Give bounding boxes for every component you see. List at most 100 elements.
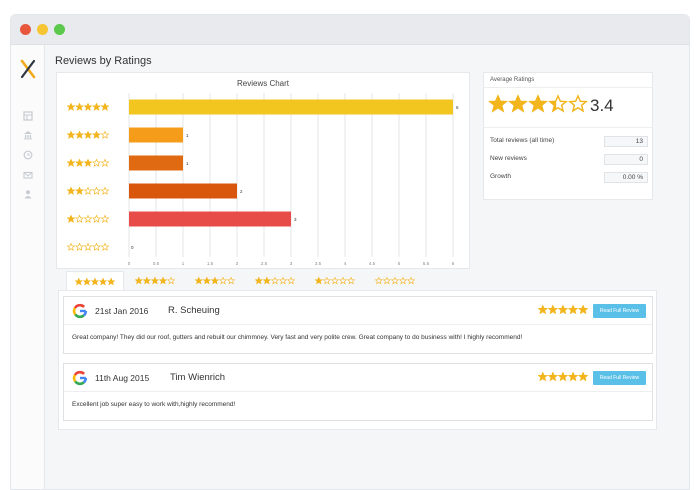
category-label-stars — [66, 158, 110, 167]
maximize-window-button[interactable] — [54, 24, 65, 35]
tab-star-icon — [158, 276, 168, 285]
x-tick-label: 6 — [452, 261, 455, 266]
review-star-icon — [547, 304, 559, 315]
tab-star-icon — [134, 276, 143, 285]
read-full-review-button[interactable]: Read Full Review — [593, 371, 646, 385]
review-star-icon — [567, 371, 579, 382]
review-text: Great company! They did our roof, gutter… — [72, 334, 523, 341]
tab-star-icon — [254, 276, 263, 285]
average-star-icon — [567, 94, 588, 113]
x-tick-label: 0 — [128, 261, 131, 266]
tab-star-icon — [338, 276, 348, 285]
bar-data-label: 1 — [186, 133, 189, 138]
tab-0-stars[interactable] — [366, 271, 424, 291]
category-star-icon — [83, 214, 93, 223]
category-star-icon — [66, 242, 76, 251]
tab-stars — [254, 276, 296, 285]
category-label-stars — [66, 186, 110, 195]
tab-star-icon — [270, 276, 280, 285]
bar — [129, 127, 183, 143]
stat-label: Total reviews (all time) — [490, 137, 555, 144]
tab-star-icon — [210, 276, 220, 285]
category-star-icon — [100, 158, 110, 167]
tab-stars — [374, 276, 416, 285]
history-icon[interactable] — [23, 150, 33, 160]
tab-5-stars[interactable] — [66, 271, 124, 291]
review-star-icon — [557, 371, 569, 382]
average-star-icon — [527, 94, 549, 113]
category-star-icon — [66, 214, 76, 223]
review-star-icon — [577, 371, 589, 382]
tab-star-icon — [406, 276, 416, 285]
category-star-icon — [75, 158, 84, 167]
review-header: 21st Jan 2016 R. Scheuing Read Full Revi… — [64, 297, 652, 325]
read-full-review-button[interactable]: Read Full Review — [593, 304, 646, 318]
review-card: 11th Aug 2015 Tim Wienrich Read Full Rev… — [63, 363, 653, 421]
review-card: 21st Jan 2016 R. Scheuing Read Full Revi… — [63, 296, 653, 354]
x-tick-label: 3.5 — [315, 261, 322, 266]
review-star-icon — [547, 371, 559, 382]
tab-star-icon — [382, 276, 392, 285]
app-logo[interactable] — [19, 59, 37, 79]
x-tick-label: 5.5 — [423, 261, 430, 266]
bar-data-label: 2 — [240, 189, 243, 194]
reviews-chart-card: Reviews Chart 0 0.5 1 1.5 2 2.5 3 3.5 4 4.5 5 5.5 6 6… — [56, 72, 470, 269]
review-star-icon — [567, 304, 579, 315]
category-star-icon — [100, 130, 110, 139]
tab-star-icon — [106, 277, 116, 285]
tab-4-stars[interactable] — [126, 271, 184, 291]
tab-3-stars[interactable] — [186, 271, 244, 291]
review-star-icon — [557, 304, 569, 315]
tab-star-icon — [82, 277, 92, 285]
tab-star-icon — [346, 276, 356, 285]
review-author: R. Scheuing — [168, 305, 220, 316]
tab-stars — [314, 276, 356, 285]
stat-value: 13 — [604, 136, 648, 147]
tab-star-icon — [390, 276, 400, 285]
tab-star-icon — [218, 276, 228, 285]
bar — [129, 99, 453, 115]
mail-icon[interactable] — [23, 170, 33, 180]
x-tick-label: 4 — [344, 261, 347, 266]
review-header: 11th Aug 2015 Tim Wienrich Read Full Rev… — [64, 364, 652, 392]
tab-star-icon — [262, 276, 272, 285]
reviews-panel: 21st Jan 2016 R. Scheuing Read Full Revi… — [58, 290, 657, 430]
category-label-stars — [66, 130, 110, 139]
tab-2-stars[interactable] — [246, 271, 304, 291]
category-star-icon — [83, 186, 93, 195]
tab-star-icon — [194, 276, 203, 285]
stat-label: Growth — [490, 173, 511, 180]
category-star-icon — [75, 102, 84, 111]
tab-star-icon — [142, 276, 152, 285]
page-title: Reviews by Ratings — [55, 55, 152, 67]
review-stars — [537, 371, 589, 382]
category-star-icon — [75, 186, 84, 195]
browser-window: Reviews by Ratings Reviews Chart 0 0.5 1 1.… — [10, 14, 690, 490]
minimize-window-button[interactable] — [37, 24, 48, 35]
reviews-chart: 0 0.5 1 1.5 2 2.5 3 3.5 4 4.5 5 5.5 6 6 1 1 2 3 0 — [66, 93, 459, 266]
dashboard-icon[interactable] — [23, 111, 33, 121]
bar — [129, 211, 291, 227]
bar-data-label: 0 — [131, 245, 134, 250]
x-tick-label: 0.5 — [153, 261, 160, 266]
category-star-icon — [75, 214, 84, 223]
x-tick-label: 3 — [290, 261, 293, 266]
review-date: 11th Aug 2015 — [95, 373, 150, 383]
category-star-icon — [83, 130, 93, 139]
stat-total-reviews: Total reviews (all time) 13 — [490, 136, 648, 147]
bank-icon[interactable] — [23, 130, 33, 140]
average-star-icon — [507, 94, 529, 113]
tab-star-icon — [90, 277, 100, 285]
category-star-icon — [75, 130, 84, 139]
tab-1-stars[interactable] — [306, 271, 364, 291]
close-window-button[interactable] — [20, 24, 31, 35]
user-icon[interactable] — [23, 189, 33, 199]
stat-value: 0.00 % — [604, 172, 648, 183]
x-tick-label: 2 — [236, 261, 239, 266]
tab-star-icon — [202, 276, 212, 285]
tab-star-icon — [226, 276, 236, 285]
bar — [129, 183, 237, 199]
bar-data-label: 6 — [456, 105, 459, 110]
tab-star-icon — [322, 276, 332, 285]
tab-star-icon — [398, 276, 408, 285]
